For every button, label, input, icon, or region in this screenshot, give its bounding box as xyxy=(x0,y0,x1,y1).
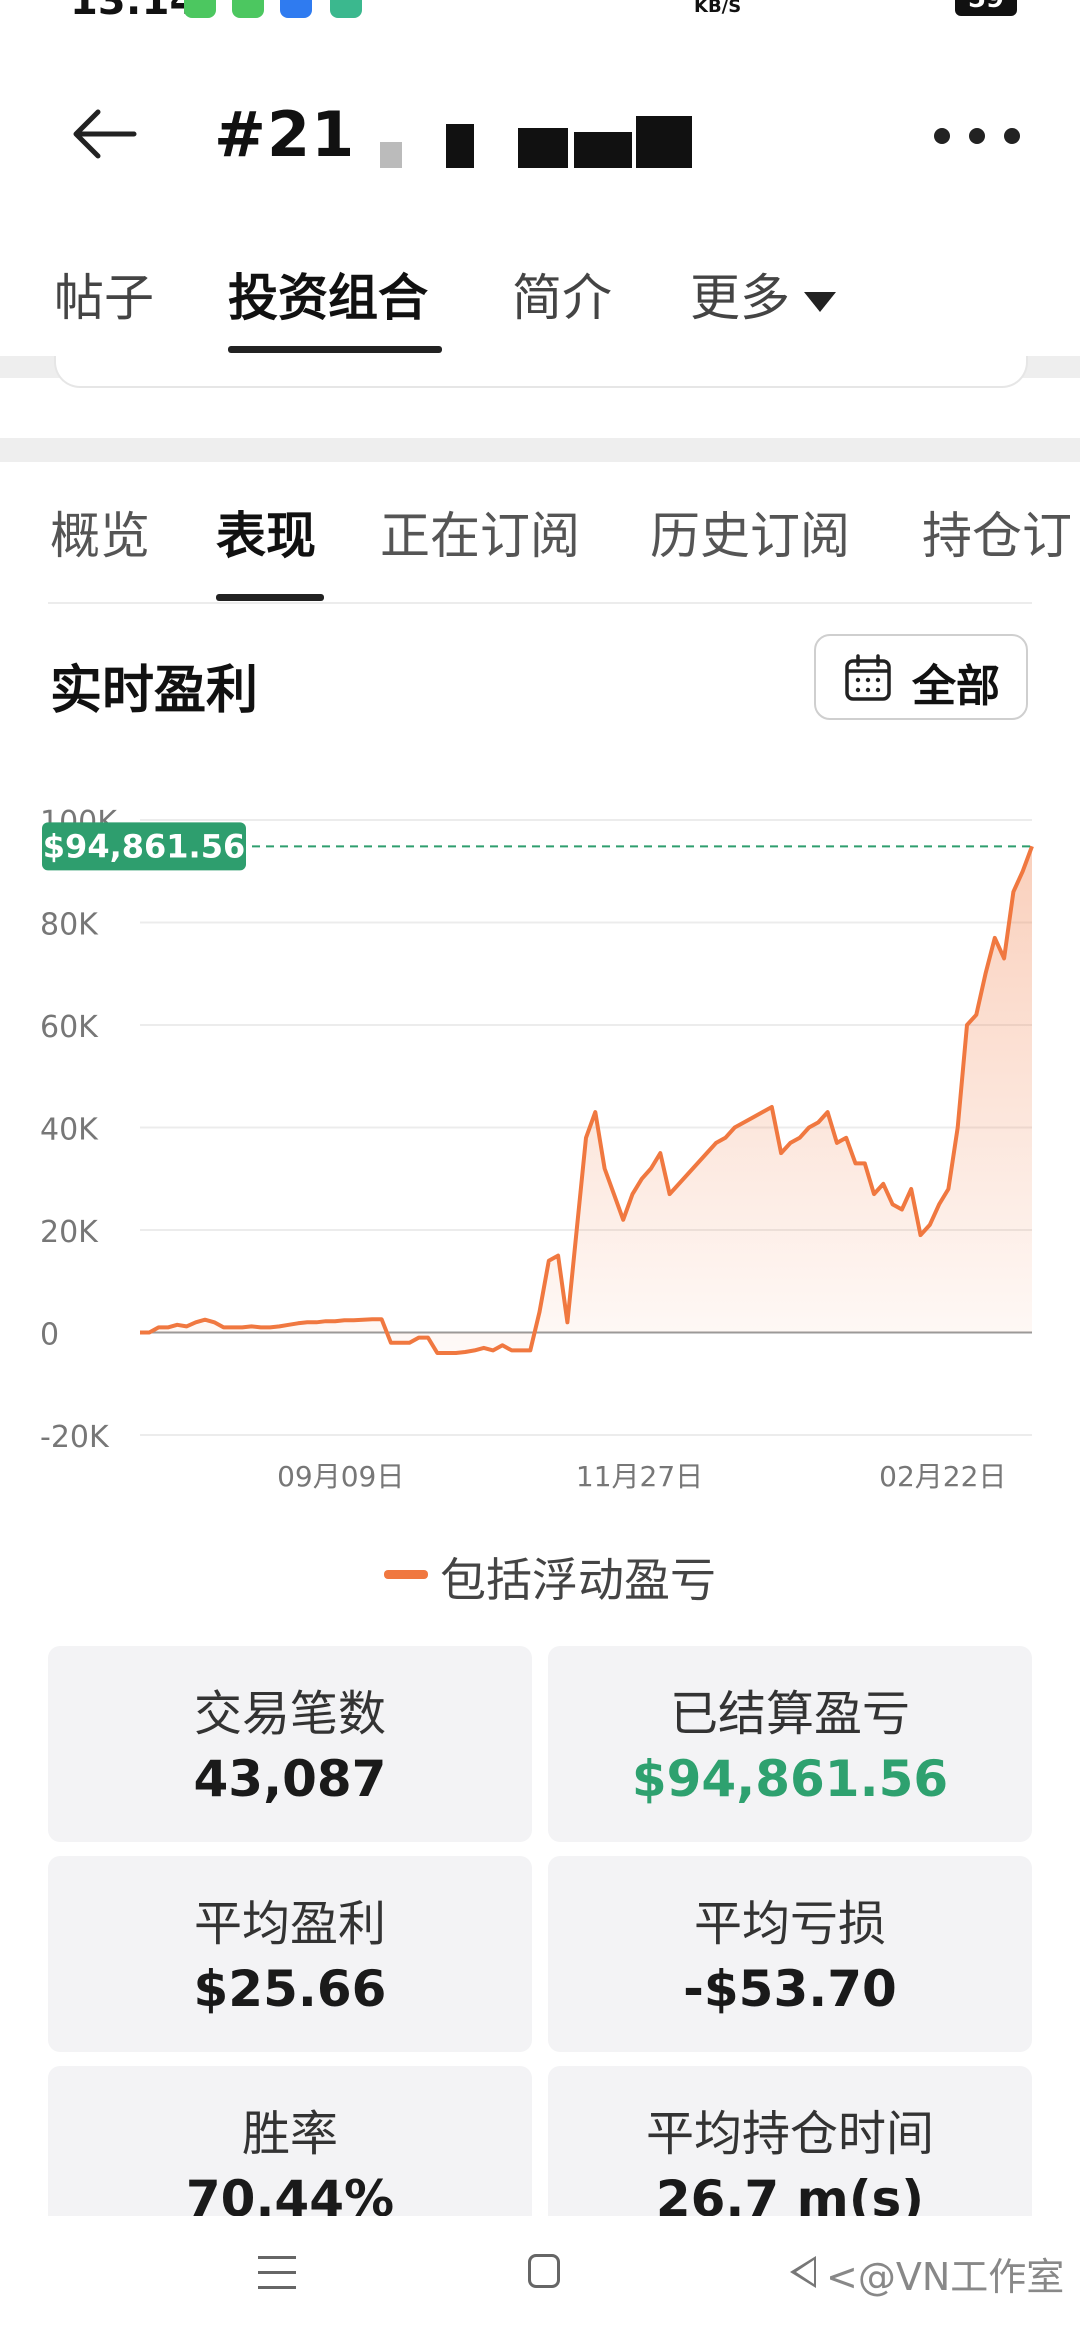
app-notification-icon xyxy=(184,0,216,18)
tab-more[interactable]: 更多 xyxy=(690,258,836,330)
dropdown-triangle-icon xyxy=(804,291,836,312)
app-notification-icon xyxy=(280,0,312,18)
current-value-label: $94,861.56 xyxy=(43,827,245,865)
y-tick-label: 60K xyxy=(40,1010,99,1045)
stats-grid: 交易笔数 43,087 已结算盈亏 $94,861.56 平均盈利 $25.66… xyxy=(48,1646,1034,2262)
tab-active-indicator xyxy=(228,346,442,353)
x-tick-label: 09月09日 xyxy=(277,1460,404,1493)
y-tick-label: -20K xyxy=(40,1420,110,1455)
app-notification-icon xyxy=(330,0,362,18)
stat-card-settled-pnl: 已结算盈亏 $94,861.56 xyxy=(548,1646,1032,1842)
stat-card-trade-count: 交易笔数 43,087 xyxy=(48,1646,532,1842)
y-tick-label: 80K xyxy=(40,908,99,943)
back-arrow-icon[interactable] xyxy=(72,108,138,160)
system-nav-bar: <@VN工作室 xyxy=(0,2216,1080,2344)
stat-label: 已结算盈亏 xyxy=(669,1686,910,1742)
main-tabs: 帖子 投资组合 简介 更多 xyxy=(0,240,1080,356)
date-range-button[interactable]: 全部 xyxy=(814,634,1028,720)
x-tick-label: 11月27日 xyxy=(576,1460,703,1493)
subtab-overview[interactable]: 概览 xyxy=(50,496,150,568)
stat-label: 胜率 xyxy=(241,2106,338,2162)
profit-chart: -20K020K40K60K80K100K$94,861.5609月09日11月… xyxy=(0,790,1080,1510)
stat-card-avg-profit: 平均盈利 $25.66 xyxy=(48,1856,532,2052)
tab-more-label: 更多 xyxy=(690,269,790,327)
status-time: 13:14 xyxy=(70,0,198,24)
sub-tabs: 概览 表现 正在订阅 历史订阅 持仓订 xyxy=(0,470,1080,602)
legend-label: 包括浮动盈亏 xyxy=(440,1553,716,1607)
legend-swatch xyxy=(384,1570,428,1579)
net-speed: KB/S xyxy=(694,0,742,17)
page-title: #21 xyxy=(214,98,356,171)
stat-value: $94,861.56 xyxy=(631,1750,949,1808)
y-tick-label: 0 xyxy=(40,1318,59,1353)
date-range-label: 全部 xyxy=(912,661,1000,712)
status-bar: 13:14 KB/S 59 xyxy=(0,0,1080,24)
watermark: <@VN工作室 xyxy=(826,2255,1065,2299)
subtab-current-subscriptions[interactable]: 正在订阅 xyxy=(380,496,580,568)
tab-posts[interactable]: 帖子 xyxy=(54,258,154,330)
y-tick-label: 20K xyxy=(40,1215,99,1250)
tab-profile[interactable]: 简介 xyxy=(512,258,612,330)
menu-icon[interactable] xyxy=(258,2256,296,2290)
card-edge xyxy=(54,356,1028,388)
divider xyxy=(48,602,1032,604)
stat-label: 交易笔数 xyxy=(193,1686,386,1742)
stat-label: 平均亏损 xyxy=(693,1896,886,1952)
profit-chart-svg: -20K020K40K60K80K100K$94,861.5609月09日11月… xyxy=(40,805,1034,1493)
top-bar: #21 xyxy=(0,80,1080,190)
subtab-position-subscriptions[interactable]: 持仓订 xyxy=(922,496,1080,568)
stat-card-avg-loss: 平均亏损 -$53.70 xyxy=(548,1856,1032,2052)
battery-indicator: 59 xyxy=(955,0,1017,16)
section-title: 实时盈利 xyxy=(50,661,259,721)
stat-value: 43,087 xyxy=(193,1750,387,1808)
stat-value: -$53.70 xyxy=(683,1960,897,2018)
calendar-icon xyxy=(844,654,892,702)
stat-label: 平均持仓时间 xyxy=(645,2106,934,2162)
stat-label: 平均盈利 xyxy=(193,1896,386,1952)
phone-notification-icon xyxy=(232,0,264,18)
section-divider xyxy=(0,438,1080,462)
subtab-performance[interactable]: 表现 xyxy=(216,496,316,568)
x-tick-label: 02月22日 xyxy=(879,1460,1006,1493)
home-icon[interactable] xyxy=(528,2254,560,2288)
tab-portfolio[interactable]: 投资组合 xyxy=(228,258,428,330)
back-icon[interactable] xyxy=(790,2256,816,2288)
y-tick-label: 40K xyxy=(40,1113,99,1148)
subtab-active-indicator xyxy=(216,594,324,601)
subtab-history-subscriptions[interactable]: 历史订阅 xyxy=(650,496,850,568)
stat-value: $25.66 xyxy=(193,1960,387,2018)
more-dots-icon[interactable] xyxy=(934,128,1020,144)
